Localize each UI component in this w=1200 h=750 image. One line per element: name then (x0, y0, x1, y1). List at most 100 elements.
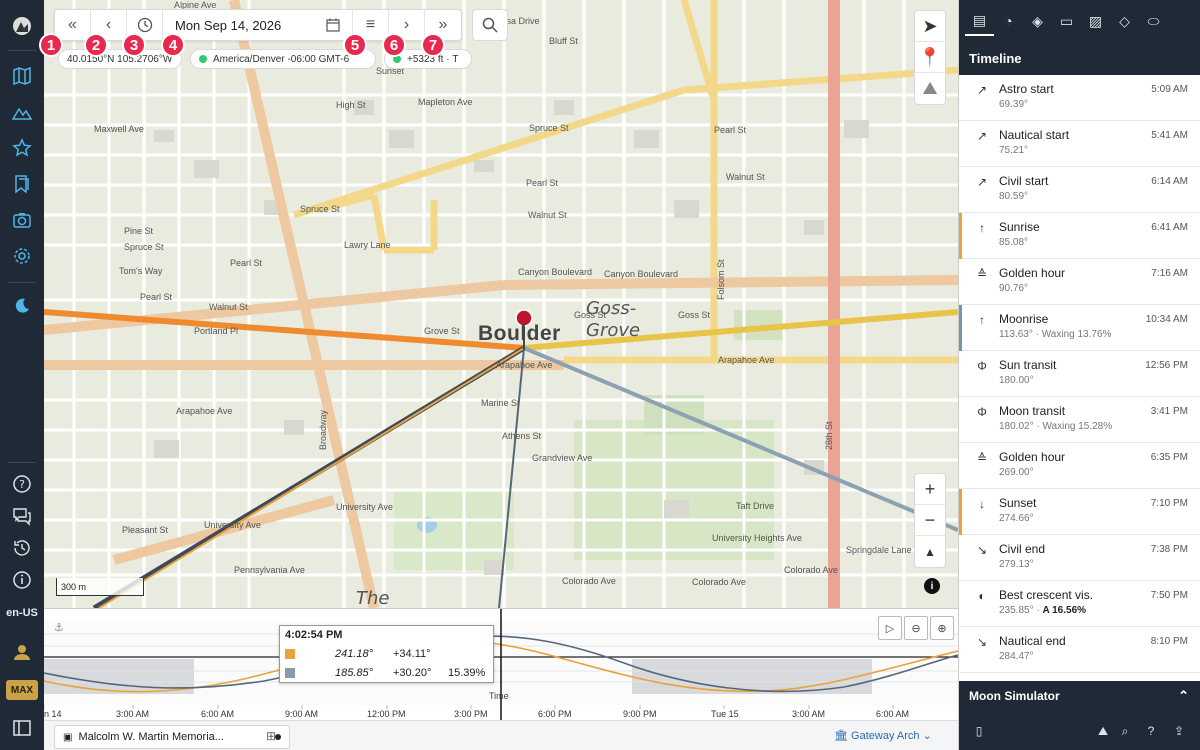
info-icon[interactable] (10, 568, 34, 592)
chart-controls: ▷ ⊖ ⊕ (876, 616, 954, 640)
road-label: Arapahoe Ave (176, 406, 233, 416)
save-icon: ▣ (63, 731, 73, 743)
timeline-item[interactable]: ↘ Nautical end 284.47° 8:10 PM (959, 627, 1200, 673)
road-label: Springdale Lane (846, 545, 912, 555)
step-badge-7: 7 (421, 33, 445, 57)
road-label: Arapahoe Ave (496, 360, 553, 370)
terrain-icon[interactable] (10, 100, 34, 124)
axis-tick: 3:00 AM (116, 709, 150, 719)
locate-arrow-icon[interactable]: ➤ (915, 11, 945, 42)
skip-back-button[interactable]: « (55, 10, 91, 40)
search-icon (482, 17, 498, 33)
terrain-pin-icon[interactable]: ⛰ (915, 73, 945, 104)
timeline-item[interactable]: ≙ Golden hour 269.00° 6:35 PM (959, 443, 1200, 489)
panel-tabs: ▤ ◔ ◈ ▭ ▨ ◇ ⬭ (959, 0, 1200, 42)
road-label: Pearl St (526, 178, 559, 188)
chart-zoom-in-button[interactable]: ⊕ (930, 616, 954, 640)
location-selector[interactable]: 🏛 Gateway Arch ⌄ (834, 729, 932, 742)
map-info-button[interactable]: i (924, 578, 940, 594)
chart-zoom-out-button[interactable]: ⊖ (904, 616, 928, 640)
map-place-label: The (356, 588, 390, 608)
planet-tab-icon[interactable]: ⬭ (1139, 6, 1168, 36)
history-icon[interactable] (10, 536, 34, 560)
road-label: Bluff St (549, 36, 578, 46)
timeline-item[interactable]: ↗ Nautical start 75.21° 5:41 AM (959, 121, 1200, 167)
tooltip-sun-row: 241.18° +34.11° (280, 644, 493, 663)
file-tab[interactable]: ▣ Malcolm W. Martin Memoria... (54, 725, 290, 749)
road-label: Pine St (124, 226, 154, 236)
zoom-out-button[interactable]: − (915, 505, 945, 536)
moon-icon[interactable] (10, 294, 34, 318)
chart-anchor-icon: ⚓ (54, 621, 64, 634)
search-button[interactable] (472, 9, 508, 41)
road-label: Pearl St (140, 292, 173, 302)
scene-icon[interactable]: ⛰ (1095, 723, 1111, 739)
image-tab-icon[interactable]: ▨ (1081, 6, 1110, 36)
timeline-item[interactable]: ↗ Astro start 69.39° 5:09 AM (959, 75, 1200, 121)
share-icon[interactable]: ⇪ (1171, 723, 1187, 739)
camera-icon[interactable] (10, 208, 34, 232)
axis-tick: Tue 15 (711, 709, 739, 719)
play-button[interactable]: ▷ (878, 616, 902, 640)
right-panel: ▤ ◔ ◈ ▭ ▨ ◇ ⬭ Timeline ↗ Astro start 69.39… (958, 0, 1200, 750)
road-label: Arapahoe Ave (718, 355, 775, 365)
timeline-item[interactable]: ↗ Civil start 80.59° 6:14 AM (959, 167, 1200, 213)
app-logo-icon[interactable] (10, 14, 34, 38)
layers-tab-icon[interactable]: ◈ (1023, 6, 1052, 36)
panel-toggle-icon[interactable]: ▯ (971, 723, 987, 739)
road-label: Spruce St (300, 204, 340, 214)
svg-text:?: ? (19, 478, 25, 491)
road-label: Portland Pl (194, 326, 239, 336)
object-tab-icon[interactable]: ◔ (994, 6, 1023, 36)
timeline-item[interactable]: ↑ Moonrise 113.63° · Waxing 13.76% 10:34 AM (959, 305, 1200, 351)
timeline-item[interactable]: Φ Sun transit 180.00° 12:56 PM (959, 351, 1200, 397)
timeline-tab-icon[interactable]: ▤ (965, 6, 994, 36)
bookmarks-icon[interactable] (10, 172, 34, 196)
date-picker[interactable]: Mon Sep 14, 2026 (163, 10, 353, 40)
zoom-in-button[interactable]: + (915, 474, 945, 505)
road-label: Canyon Boulevard (518, 267, 593, 277)
timeline-item[interactable]: ◐ Best crescent vis. 235.85° · A 16.56% 7:5… (959, 581, 1200, 627)
panel-title: Timeline (959, 42, 1200, 75)
timeline-item[interactable]: ↓ Sunset 274.66° 7:10 PM (959, 489, 1200, 535)
event-icon: ◐ (978, 589, 986, 603)
max-plan-badge[interactable]: MAX (6, 680, 38, 700)
road-label: Walnut St (726, 172, 765, 182)
settings-gear-icon[interactable] (10, 244, 34, 268)
star-icon[interactable] (10, 136, 34, 160)
new-file-icon[interactable]: ⊞ (266, 729, 276, 743)
timeline-item[interactable]: ≙ Golden hour 90.76° 7:16 AM (959, 259, 1200, 305)
toggle-panel-icon[interactable] (10, 716, 34, 740)
sun-moon-timeline-chart[interactable]: ⚓ Time n 14 3:00 AM 6:00 AM 9:00 AM 12:0… (43, 608, 959, 721)
event-icon: ↗ (976, 129, 988, 143)
moon-simulator-header[interactable]: Moon Simulator ⌃ (959, 681, 1200, 711)
compass-icon[interactable]: ▲ (915, 536, 945, 567)
language-selector[interactable]: en-US (0, 607, 44, 619)
panorama-tab-icon[interactable]: ▭ (1052, 6, 1081, 36)
search-icon[interactable]: ⌕ (1117, 723, 1133, 739)
road-label: Marine St (481, 398, 520, 408)
road-label: Goss St (678, 310, 711, 320)
diamond-tab-icon[interactable]: ◇ (1110, 6, 1139, 36)
map-scale: 300 m (56, 578, 144, 596)
axis-tick: n 14 (44, 709, 62, 719)
timeline-item[interactable]: ↘ Civil end 279.13° 7:38 PM (959, 535, 1200, 581)
help-icon[interactable]: ? (10, 472, 34, 496)
road-label: Grandview Ave (532, 453, 593, 463)
event-icon: ≙ (976, 451, 988, 465)
axis-tick: 6:00 AM (201, 709, 235, 719)
help-icon[interactable]: ? (1143, 723, 1159, 739)
pin-icon[interactable]: 📍 (915, 42, 945, 73)
map-view[interactable]: Spruce St Pearl St Pearl St Spruce St Wa… (44, 0, 958, 608)
event-icon: ↘ (976, 543, 988, 557)
step-badge-4: 4 (161, 33, 185, 57)
chat-icon[interactable] (10, 504, 34, 528)
road-label: Pearl St (230, 258, 263, 268)
timeline-item[interactable]: ↑ Sunrise 85.08° 6:41 AM (959, 213, 1200, 259)
timeline-item[interactable]: Φ Moon transit 180.02° · Waxing 15.28% 3:41… (959, 397, 1200, 443)
user-icon[interactable] (10, 640, 34, 664)
svg-text:⚓: ⚓ (54, 621, 64, 634)
calendar-icon (326, 18, 340, 32)
building-icon: 🏛 (834, 730, 848, 742)
map-icon[interactable] (10, 64, 34, 88)
